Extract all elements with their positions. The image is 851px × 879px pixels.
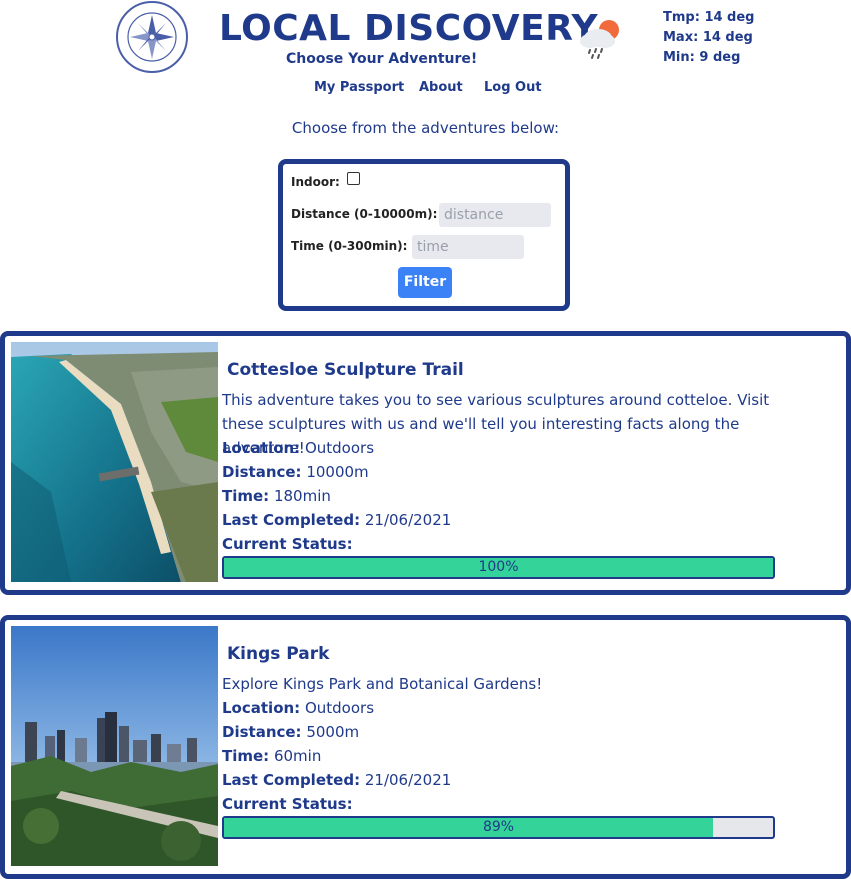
- weather-min: Min: 9 deg: [663, 50, 741, 65]
- time-input[interactable]: time: [412, 235, 524, 259]
- weather-summary: Tmp: 14 deg Max: 14 deg Min: 9 deg: [663, 8, 755, 68]
- intro-text: Choose from the adventures below:: [291, 119, 560, 137]
- adventure-title[interactable]: Kings Park: [227, 644, 329, 664]
- site-subtitle: Choose Your Adventure!: [286, 51, 478, 67]
- adventure-card[interactable]: Kings Park Explore Kings Park and Botani…: [0, 615, 851, 879]
- adventure-last-completed: Last Completed: 21/06/2021: [222, 511, 452, 529]
- nav-about[interactable]: About: [419, 80, 463, 95]
- weather-max: Max: 14 deg: [663, 30, 753, 45]
- adventure-title[interactable]: Cottesloe Sculpture Trail: [227, 360, 464, 380]
- adventure-time: Time: 60min: [222, 747, 322, 765]
- adventure-status-label: Current Status:: [222, 535, 353, 553]
- progress-bar: 89%: [222, 816, 775, 839]
- kings-park-city-photo: [11, 626, 218, 866]
- adventure-card[interactable]: Cottesloe Sculpture Trail This adventure…: [0, 331, 851, 595]
- indoor-label: Indoor:: [291, 175, 340, 189]
- time-label: Time (0-300min):: [291, 239, 408, 253]
- adventure-location: Location: Outdoors: [222, 699, 375, 717]
- adventure-time: Time: 180min: [222, 487, 331, 505]
- adventure-description: Explore Kings Park and Botanical Gardens…: [222, 675, 543, 693]
- distance-label: Distance (0-10000m):: [291, 207, 438, 221]
- weather-temperature: Tmp: 14 deg: [663, 10, 755, 25]
- adventure-distance: Distance: 10000m: [222, 463, 369, 481]
- progress-label: 100%: [478, 559, 519, 575]
- filter-panel: Indoor: Distance (0-10000m): distance Ti…: [278, 159, 570, 311]
- filter-button[interactable]: Filter: [398, 267, 452, 298]
- cloud-sun-rain-icon: [580, 20, 619, 59]
- cottesloe-coast-photo: [11, 342, 218, 582]
- adventure-location: Location: Outdoors: [222, 439, 375, 457]
- progress-bar: 100%: [222, 556, 775, 579]
- local-discovery-logo: [116, 1, 188, 73]
- adventure-distance: Distance: 5000m: [222, 723, 360, 741]
- adventure-status-label: Current Status:: [222, 795, 353, 813]
- adventure-last-completed: Last Completed: 21/06/2021: [222, 771, 452, 789]
- indoor-checkbox[interactable]: [347, 172, 360, 185]
- nav-my-passport[interactable]: My Passport: [314, 80, 404, 95]
- nav-log-out[interactable]: Log Out: [484, 80, 542, 95]
- progress-label: 89%: [482, 819, 515, 835]
- site-title: LOCAL DISCOVERY: [219, 8, 599, 49]
- distance-input[interactable]: distance: [439, 203, 551, 227]
